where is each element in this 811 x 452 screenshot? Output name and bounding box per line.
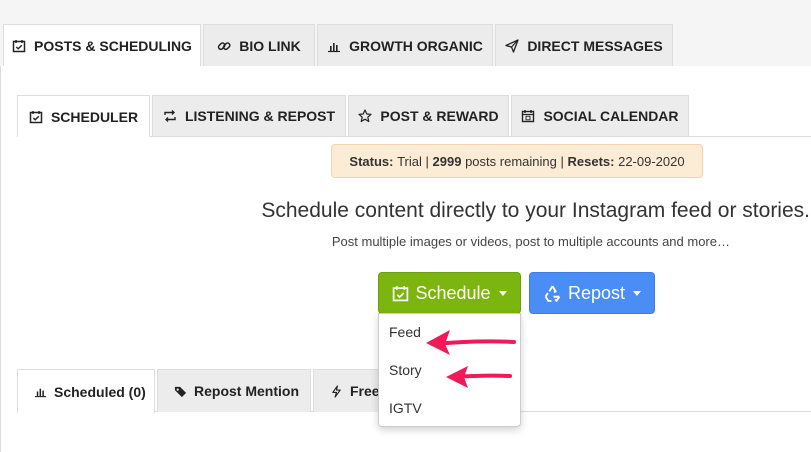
caret-down-icon <box>498 290 507 296</box>
status-separator: | <box>425 153 429 169</box>
calendar-check-icon <box>29 110 43 123</box>
tab-free[interactable]: Free <box>313 369 383 412</box>
tab-scheduled[interactable]: Scheduled (0) <box>17 369 155 413</box>
annotation-arrow-story <box>446 366 512 388</box>
tag-icon <box>174 386 187 397</box>
calendar-icon <box>522 110 535 123</box>
subtab-post-reward[interactable]: POST & REWARD <box>348 95 509 136</box>
resets-value: 22-09-2020 <box>618 153 685 169</box>
caret-down-icon <box>633 290 642 296</box>
retweet-icon <box>164 110 176 122</box>
tab-direct-messages[interactable]: DIRECT MESSAGES <box>495 24 673 66</box>
dropdown-item-igtv[interactable]: IGTV <box>389 400 422 416</box>
page-title: Schedule content directly to your Instag… <box>261 199 810 222</box>
bar-chart-icon <box>34 388 47 398</box>
repost-button-label: Repost <box>567 282 626 303</box>
status-separator: | <box>560 153 564 169</box>
dropdown-item-feed[interactable]: Feed <box>389 324 421 340</box>
subtab-label: SOCIAL CALENDAR <box>543 108 679 124</box>
page-subtitle: Post multiple images or videos, post to … <box>331 234 730 249</box>
tab-bio-link[interactable]: BIO LINK <box>203 24 315 66</box>
status-value: Trial <box>397 153 422 169</box>
tab-growth-organic[interactable]: GROWTH ORGANIC <box>317 24 493 66</box>
tab-label: Free <box>350 383 380 399</box>
resets-label: Resets: <box>567 153 615 169</box>
schedule-button-label: Schedule <box>415 282 491 303</box>
bolt-icon <box>332 384 341 398</box>
link-icon <box>218 41 231 50</box>
status-label: Status: <box>349 153 394 169</box>
schedule-dropdown-button[interactable]: Schedule <box>378 272 521 314</box>
annotation-arrow-feed <box>426 330 516 355</box>
tab-posts-scheduling[interactable]: POSTS & SCHEDULING <box>3 24 201 67</box>
bar-chart-icon <box>328 42 341 52</box>
subtab-label: SCHEDULER <box>50 108 139 125</box>
status-banner: Status: Trial | 2999 posts remaining | R… <box>331 144 703 178</box>
tab-repost-mention[interactable]: Repost Mention <box>157 369 311 412</box>
tab-label: GROWTH ORGANIC <box>349 37 483 54</box>
tab-label: DIRECT MESSAGES <box>527 37 663 54</box>
tab-label: Repost Mention <box>194 383 299 399</box>
subtab-listening-repost[interactable]: LISTENING & REPOST <box>152 95 346 136</box>
dropdown-item-story[interactable]: Story <box>389 362 422 378</box>
paper-plane-icon <box>505 38 519 53</box>
recycle-icon <box>544 285 561 302</box>
subtab-social-calendar[interactable]: SOCIAL CALENDAR <box>511 95 689 136</box>
subtab-label: POST & REWARD <box>380 108 499 124</box>
tab-label: POSTS & SCHEDULING <box>34 38 192 54</box>
posts-remaining-text: posts remaining <box>465 153 557 169</box>
tab-label: BIO LINK <box>239 37 301 54</box>
calendar-check-icon <box>12 40 26 53</box>
subtab-label: LISTENING & REPOST <box>184 108 336 124</box>
star-icon <box>358 109 372 123</box>
repost-dropdown-button[interactable]: Repost <box>529 272 655 314</box>
posts-remaining-count: 2999 <box>432 153 462 169</box>
subtab-scheduler[interactable]: SCHEDULER <box>17 95 150 137</box>
tab-label: Scheduled (0) <box>54 383 146 400</box>
calendar-check-icon <box>393 285 409 301</box>
